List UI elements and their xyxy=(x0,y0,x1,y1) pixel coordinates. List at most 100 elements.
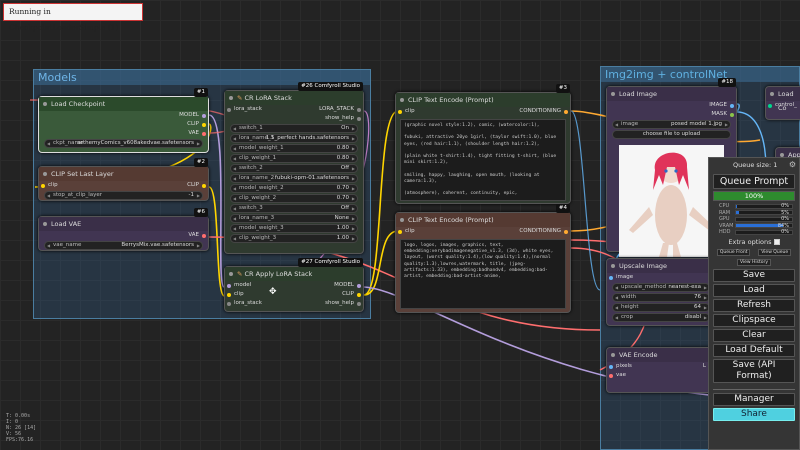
stop-at-clip-layer-stepper[interactable]: stop_at_clip_layer-1 xyxy=(44,191,203,200)
save-api-format-button[interactable]: Save (API Format) xyxy=(713,359,795,383)
clip-output-socket[interactable] xyxy=(202,183,206,188)
node-title[interactable]: CLIP Text Encode (Prompt) xyxy=(396,213,570,227)
conditioning-output-socket[interactable] xyxy=(564,109,568,114)
conditioning-output-socket[interactable] xyxy=(564,229,568,234)
output-clip[interactable]: CLIP xyxy=(39,120,208,129)
node-title[interactable]: Load VAE xyxy=(39,217,208,231)
node-clip-set-last-layer[interactable]: #2 CLIP Set Last Layer clipCLIP stop_at_… xyxy=(38,158,209,201)
clip-conditioning-io[interactable]: clip CONDITIONING xyxy=(396,227,570,236)
refresh-button[interactable]: Refresh xyxy=(713,299,795,312)
clip-socket[interactable] xyxy=(202,122,206,127)
clip-conditioning-io[interactable]: clip CONDITIONING xyxy=(396,107,570,116)
node-title[interactable]: Load Checkpoint xyxy=(39,97,208,111)
lora-widget-model-weight-2[interactable]: model_weight_20.70 xyxy=(230,184,358,193)
lora-stack-io[interactable]: lora_stack show_help xyxy=(225,299,363,308)
output-image[interactable]: IMAGE xyxy=(607,101,736,110)
clear-button[interactable]: Clear xyxy=(713,329,795,342)
clip-input-socket[interactable] xyxy=(227,292,231,297)
output-vae[interactable]: VAE xyxy=(39,129,208,138)
upscale-widget-upscale-method[interactable]: upscale_methodnearest-exa xyxy=(612,283,710,292)
node-title[interactable]: Load Co xyxy=(766,87,800,112)
lora-stack-output-socket[interactable] xyxy=(357,107,361,112)
manager-button[interactable]: Manager xyxy=(713,393,795,406)
lora-widget-clip-weight-2[interactable]: clip_weight_20.70 xyxy=(230,194,358,203)
output-mask[interactable]: MASK xyxy=(607,110,736,119)
queue-panel[interactable]: Queue size: 1 ⚙ Queue Prompt 100% CPU 0% R… xyxy=(708,157,800,450)
node-title[interactable]: Upscale Image xyxy=(607,259,715,273)
positive-prompt-textarea[interactable]: (graphic novel style:1.2), comic, (water… xyxy=(400,119,566,201)
lora-stack-input-socket[interactable] xyxy=(227,107,231,112)
save-button[interactable]: Save xyxy=(713,269,795,282)
node-cr-lora-stack[interactable]: #26 Comfyroll Studio ✎ CR LoRA Stack lor… xyxy=(224,82,364,254)
lora-widget-model-weight-3[interactable]: model_weight_31.00 xyxy=(230,224,358,233)
clip-input-socket[interactable] xyxy=(398,109,402,114)
node-vae-encode[interactable]: VAE Encode pixels L vae xyxy=(606,347,716,393)
upscale-widget-crop[interactable]: cropdisabl xyxy=(612,313,710,322)
lora-widget-switch-3[interactable]: switch_3Off xyxy=(230,204,358,213)
show-help-output[interactable]: show_help xyxy=(225,114,363,123)
node-upscale-image[interactable]: Upscale Image image upscale_methodneares… xyxy=(606,258,716,326)
queue-prompt-button[interactable]: Queue Prompt xyxy=(713,174,795,189)
control-net-socket[interactable] xyxy=(768,103,772,108)
node-load-checkpoint[interactable]: #1 Load Checkpoint MODEL CLIP VAE ckpt_n… xyxy=(38,88,209,153)
lora-widget-lora-name-1[interactable]: lora_name_11.5_perfect hands.safetensors xyxy=(230,134,358,143)
clipspace-button[interactable]: Clipspace xyxy=(713,314,795,327)
node-title[interactable]: Load Image xyxy=(607,87,736,101)
vae-socket[interactable] xyxy=(202,131,206,136)
lora-widget-switch-2[interactable]: switch_2Off xyxy=(230,164,358,173)
negative-prompt-textarea[interactable]: logo, logos, images, graphics, text, emb… xyxy=(400,239,566,309)
upload-button[interactable]: choose file to upload xyxy=(612,130,731,139)
lora-widget-model-weight-1[interactable]: model_weight_10.80 xyxy=(230,144,358,153)
vae-name-combo[interactable]: vae_nameBerrysMix.vae.safetensors xyxy=(44,241,203,250)
node-cr-apply-lora-stack[interactable]: #27 Comfyroll Studio ✎ CR Apply LoRA Sta… xyxy=(224,258,364,312)
lora-stack-input-socket[interactable] xyxy=(227,301,231,306)
show-help-socket[interactable] xyxy=(357,301,361,306)
model-input-socket[interactable] xyxy=(227,283,231,288)
node-clip-text-encode-positive[interactable]: #3 CLIP Text Encode (Prompt) clip CONDITI… xyxy=(395,84,571,204)
settings-gear-icon[interactable]: ⚙ xyxy=(789,160,796,169)
queue-front-button[interactable]: Queue Front xyxy=(716,249,751,256)
node-load-vae[interactable]: #6 Load VAE VAE vae_nameBerrysMix.vae.sa… xyxy=(38,208,209,251)
ckpt-name-combo[interactable]: ckpt_namearthemyComics_v608akedvae.safet… xyxy=(44,139,203,148)
lora-widget-clip-weight-3[interactable]: clip_weight_31.00 xyxy=(230,234,358,243)
image-input[interactable]: image xyxy=(607,273,715,282)
node-title[interactable]: CLIP Set Last Layer xyxy=(39,167,208,181)
output-vae[interactable]: VAE xyxy=(39,231,208,240)
clip-io[interactable]: clip CLIP xyxy=(39,181,208,190)
image-combo[interactable]: imageposed model 1.jpg xyxy=(612,120,731,129)
image-input-socket[interactable] xyxy=(609,275,613,280)
node-title[interactable]: CLIP Text Encode (Prompt) xyxy=(396,93,570,107)
lora-stack-io[interactable]: lora_stack LORA_STACK xyxy=(225,105,363,114)
node-clip-text-encode-negative[interactable]: #4 CLIP Text Encode (Prompt) clip CONDITI… xyxy=(395,204,571,313)
controlnet-io[interactable]: control_ xyxy=(766,101,800,110)
lora-widget-lora-name-3[interactable]: lora_name_3None xyxy=(230,214,358,223)
view-queue-button[interactable]: View Queue xyxy=(758,249,792,256)
extra-options-checkbox[interactable] xyxy=(773,239,780,245)
node-title[interactable]: VAE Encode xyxy=(607,348,715,362)
image-socket[interactable] xyxy=(730,103,734,108)
vae-input[interactable]: vae xyxy=(607,371,715,380)
model-io[interactable]: model MODEL xyxy=(225,281,363,290)
view-history-button[interactable]: View History xyxy=(736,259,772,266)
lora-widget-switch-1[interactable]: switch_1On xyxy=(230,124,358,133)
clip-input-socket[interactable] xyxy=(41,183,45,188)
vae-input-socket[interactable] xyxy=(609,373,613,378)
model-output-socket[interactable] xyxy=(357,283,361,288)
clip-input-socket[interactable] xyxy=(398,229,402,234)
extra-options-row[interactable]: Extra options xyxy=(709,238,799,248)
lora-widget-clip-weight-1[interactable]: clip_weight_10.80 xyxy=(230,154,358,163)
node-title[interactable]: ✎ CR Apply LoRA Stack xyxy=(225,267,363,281)
clip-output-socket[interactable] xyxy=(357,292,361,297)
clip-io[interactable]: clip CLIP xyxy=(225,290,363,299)
vae-socket[interactable] xyxy=(202,233,206,238)
upscale-widget-height[interactable]: height64 xyxy=(612,303,710,312)
upscale-widget-width[interactable]: width76 xyxy=(612,293,710,302)
lora-widget-lora-name-2[interactable]: lora_name_2fubuki-opm-01.safetensors xyxy=(230,174,358,183)
pixels-input-socket[interactable] xyxy=(609,364,613,369)
node-title[interactable]: ✎ CR LoRA Stack xyxy=(225,91,363,105)
show-help-socket[interactable] xyxy=(357,116,361,121)
load-default-button[interactable]: Load Default xyxy=(713,344,795,357)
model-socket[interactable] xyxy=(202,113,206,118)
pixels-io[interactable]: pixels L xyxy=(607,362,715,371)
node-canvas[interactable]: Running in CheckpointLoaderSimple (1) Mo… xyxy=(0,0,800,450)
